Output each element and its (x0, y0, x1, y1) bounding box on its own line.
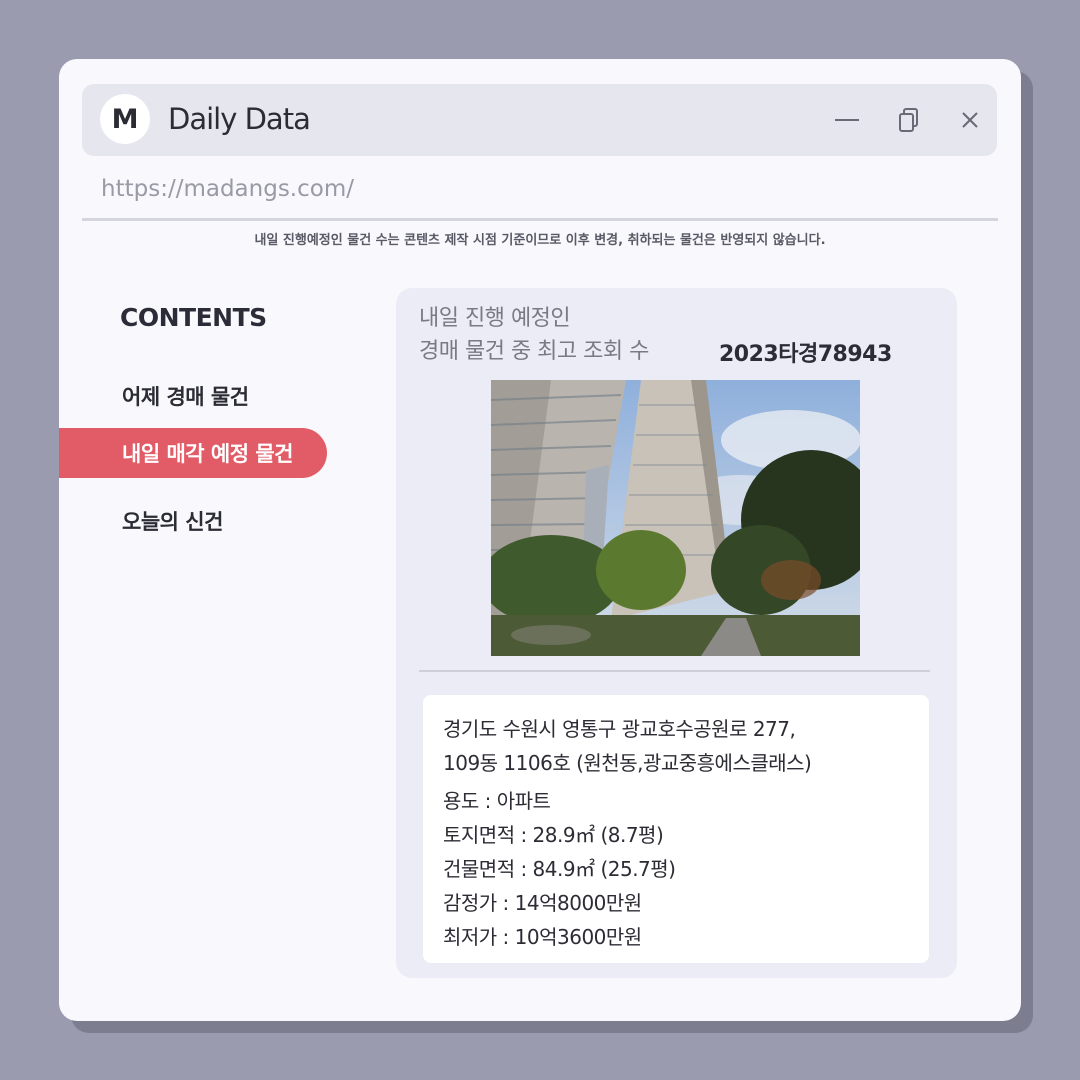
property-photo (491, 380, 860, 656)
land-area-text: 토지면적 : 28.9㎡ (8.7평) (443, 823, 664, 847)
app-title: Daily Data (168, 102, 311, 136)
close-button[interactable] (954, 104, 986, 136)
close-icon (962, 112, 978, 128)
app-window: M Daily Data https://madangs.com/ 내일 진행예… (59, 59, 1021, 1021)
card-title: 내일 진행 예정인 경매 물건 중 최고 조회 수 (419, 302, 649, 368)
sidebar-item-yesterday-auctions[interactable]: 어제 경매 물건 (59, 371, 327, 421)
address-bar-url[interactable]: https://madangs.com/ (101, 176, 354, 202)
address-line-1: 경기도 수원시 영통구 광교호수공원로 277, (443, 717, 796, 741)
address-line-2: 109동 1106호 (원천동,광교중흥에스클래스) (443, 751, 812, 775)
card-title-line1: 내일 진행 예정인 (419, 306, 571, 331)
minimize-button[interactable] (831, 104, 863, 136)
sidebar-heading: CONTENTS (120, 303, 267, 332)
building-area-text: 건물면적 : 84.9㎡ (25.7평) (443, 857, 676, 881)
property-details: 경기도 수원시 영통구 광교호수공원로 277, 109동 1106호 (원천동… (423, 695, 929, 963)
minimize-icon (835, 119, 859, 121)
usage-text: 용도 : 아파트 (443, 789, 551, 813)
case-number: 2023타경78943 (719, 342, 892, 367)
notice-text: 내일 진행예정인 물건 수는 콘텐츠 제작 시점 기준이므로 이후 변경, 취하… (254, 233, 826, 248)
sidebar-item-today-new[interactable]: 오늘의 신건 (59, 496, 327, 546)
app-logo: M (100, 94, 150, 144)
sidebar-item-tomorrow-sales[interactable]: 내일 매각 예정 물건 (59, 428, 327, 478)
copy-icon (899, 108, 918, 132)
minimum-price-text: 최저가 : 10억3600만원 (443, 925, 642, 949)
address-bar-divider (82, 218, 998, 221)
copy-button[interactable] (894, 104, 926, 136)
featured-property-card: 내일 진행 예정인 경매 물건 중 최고 조회 수 2023타경78943 경기… (396, 288, 957, 978)
card-title-line2: 경매 물건 중 최고 조회 수 (419, 339, 649, 364)
appraisal-price-text: 감정가 : 14억8000만원 (443, 891, 642, 915)
card-divider (419, 670, 930, 672)
title-bar: M Daily Data (82, 84, 997, 156)
